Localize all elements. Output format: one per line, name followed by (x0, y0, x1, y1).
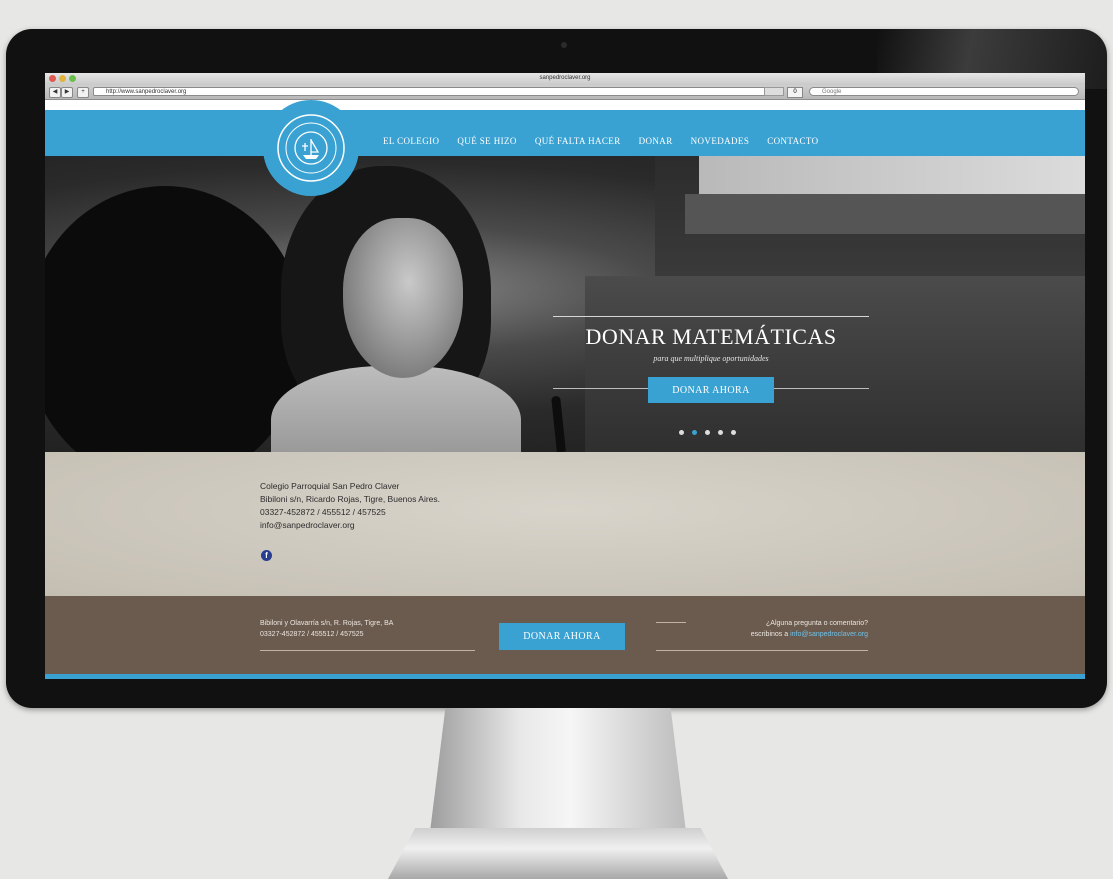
reader-count[interactable]: 0 (787, 87, 803, 98)
browser-titlebar: sanpedroclaver.org (45, 73, 1085, 85)
nav-item-que-falta-hacer[interactable]: QUÉ FALTA HACER (535, 136, 621, 146)
hero-pen (551, 395, 566, 452)
footer: Bibiloni y Olavarría s/n, R. Rojas, Tigr… (45, 596, 1085, 674)
main-nav: EL COLEGIO QUÉ SE HIZO QUÉ FALTA HACER D… (383, 136, 819, 146)
slider-dot[interactable] (679, 430, 684, 435)
bottom-accent-bar (45, 674, 1085, 679)
hero-subtitle: para que multiplique oportunidades (653, 354, 769, 363)
forward-button[interactable]: ▶ (61, 87, 73, 98)
rss-icon[interactable] (764, 87, 784, 96)
school-name: Colegio Parroquial San Pedro Claver (260, 481, 400, 491)
nav-item-el-colegio[interactable]: EL COLEGIO (383, 136, 439, 146)
nav-item-contacto[interactable]: CONTACTO (767, 136, 818, 146)
school-address: Bibiloni s/n, Ricardo Rojas, Tigre, Buen… (260, 494, 441, 504)
footer-donate-button[interactable]: DONAR AHORA (499, 623, 625, 650)
slider-dot[interactable] (731, 430, 736, 435)
address-bar[interactable]: http://www.sanpedroclaver.org (93, 87, 783, 96)
footer-email-link[interactable]: info@sanpedroclaver.org (790, 631, 868, 638)
hero-shadow (45, 186, 305, 452)
slider-dot[interactable] (718, 430, 723, 435)
hero-donate-button[interactable]: DONAR AHORA (648, 377, 774, 403)
slider-dot[interactable] (705, 430, 710, 435)
hero-slider: DONAR MATEMÁTICAS para que multiplique o… (45, 156, 1085, 452)
facebook-icon[interactable]: f (261, 550, 272, 561)
monitor-stand-base (388, 828, 728, 879)
hero-title: DONAR MATEMÁTICAS (585, 324, 837, 349)
hero-divider-top (553, 316, 869, 317)
search-field[interactable]: Google (809, 87, 1079, 96)
hero-wall (585, 276, 1085, 452)
school-phones: 03327-452872 / 455512 / 457525 (260, 507, 386, 517)
website: DONAR MATEMÁTICAS para que multiplique o… (45, 100, 1085, 679)
monitor: sanpedroclaver.org ◀ ▶ + http://www.sanp… (6, 29, 1107, 708)
footer-write: escribinos a info@sanpedroclaver.org (660, 629, 868, 640)
back-button[interactable]: ◀ (49, 87, 61, 98)
add-bookmark-button[interactable]: + (77, 87, 89, 98)
nav-item-que-se-hizo[interactable]: QUÉ SE HIZO (457, 136, 516, 146)
footer-address: Bibiloni y Olavarría s/n, R. Rojas, Tigr… (260, 620, 394, 627)
hero-photo-student (271, 166, 521, 452)
screen: sanpedroclaver.org ◀ ▶ + http://www.sanp… (45, 73, 1085, 679)
footer-question-block: ¿Alguna pregunta o comentario? escribino… (660, 618, 868, 640)
browser-toolbar: ◀ ▶ + http://www.sanpedroclaver.org 0 Go… (45, 85, 1085, 100)
nav-bar: EL COLEGIO QUÉ SE HIZO QUÉ FALTA HACER D… (45, 110, 1085, 156)
school-email[interactable]: info@sanpedroclaver.org (260, 519, 440, 532)
contact-section: Colegio Parroquial San Pedro Claver Bibi… (45, 452, 1085, 596)
window-title: sanpedroclaver.org (539, 75, 591, 81)
monitor-stand-neck (430, 708, 686, 832)
contact-info: Colegio Parroquial San Pedro Claver Bibi… (260, 480, 440, 532)
footer-write-prefix: escribinos a (750, 631, 791, 638)
footer-address-block: Bibiloni y Olavarría s/n, R. Rojas, Tigr… (260, 618, 393, 640)
camera (561, 42, 567, 48)
hero-window (655, 156, 1085, 276)
nav-item-novedades[interactable]: NOVEDADES (691, 136, 750, 146)
nav-item-donar[interactable]: DONAR (639, 136, 673, 146)
slider-dots (679, 430, 736, 435)
slider-dot-active[interactable] (692, 430, 697, 435)
footer-phones: 03327-452872 / 455512 / 457525 (260, 631, 364, 638)
footer-divider-right (656, 650, 868, 651)
footer-question: ¿Alguna pregunta o comentario? (766, 620, 868, 627)
logo-emblem[interactable] (263, 100, 359, 196)
footer-divider (260, 650, 475, 651)
